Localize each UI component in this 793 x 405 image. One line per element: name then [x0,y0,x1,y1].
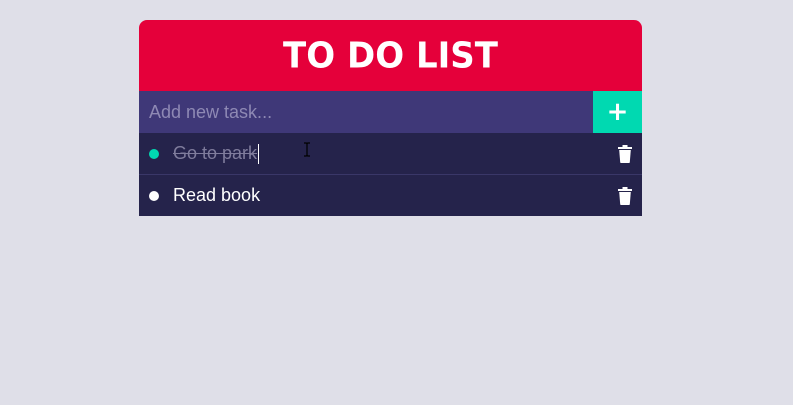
add-task-button[interactable]: + [593,91,642,133]
task-text[interactable]: Read book [173,185,260,206]
todo-app: TO DO LIST + Go to park Read book [139,20,642,216]
trash-icon[interactable] [617,144,633,163]
task-item[interactable]: Read book [139,174,642,216]
text-cursor-icon [304,142,310,157]
header: TO DO LIST [139,20,642,91]
task-list: Go to park Read book [139,133,642,216]
text-caret [258,144,260,165]
task-text[interactable]: Go to park [173,143,257,163]
new-task-row: + [139,91,642,133]
page-title: TO DO LIST [283,34,498,77]
new-task-input[interactable] [139,91,593,133]
task-status-dot[interactable] [149,148,159,159]
task-item[interactable]: Go to park [139,133,642,174]
trash-icon[interactable] [617,186,633,205]
task-status-dot[interactable] [149,190,159,201]
task-text-wrap[interactable]: Go to park [173,143,260,165]
